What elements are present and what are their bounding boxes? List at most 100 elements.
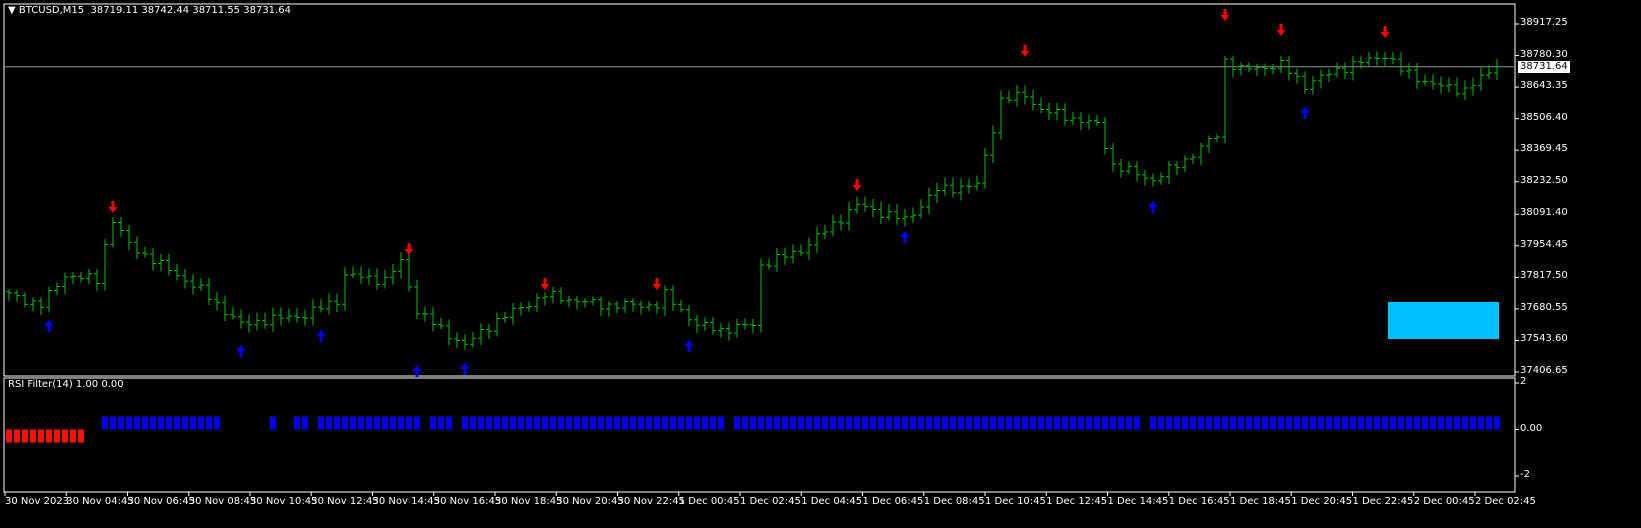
indicator-bar xyxy=(126,416,132,430)
indicator-bar xyxy=(542,416,548,430)
time-axis-label: 30 Nov 22:45 xyxy=(617,496,685,507)
indicator-bar xyxy=(6,429,12,443)
indicator-bar xyxy=(774,416,780,430)
buy-arrow-icon xyxy=(1300,107,1310,120)
indicator-bar xyxy=(414,416,420,430)
indicator-bar xyxy=(534,416,540,430)
indicator-bar xyxy=(678,416,684,430)
indicator-bar xyxy=(174,416,180,430)
time-axis-label: 1 Dec 22:45 xyxy=(1352,496,1414,507)
indicator-bar xyxy=(1470,416,1476,430)
buy-arrow-icon xyxy=(1148,201,1158,214)
indicator-bar xyxy=(158,416,164,430)
indicator-bar xyxy=(46,429,52,443)
indicator-bar xyxy=(550,416,556,430)
indicator-bar xyxy=(374,416,380,430)
time-axis-label: 30 Nov 20:45 xyxy=(556,496,624,507)
indicator-bar xyxy=(1118,416,1124,430)
sell-arrow-icon xyxy=(540,278,550,291)
indicator-bar xyxy=(1494,416,1500,430)
indicator-bar xyxy=(742,416,748,430)
indicator-axis-label: 2 xyxy=(1520,376,1527,387)
buy-arrow-icon xyxy=(316,330,326,343)
indicator-bar xyxy=(902,416,908,430)
indicator-bar xyxy=(38,429,44,443)
indicator-bar xyxy=(1390,416,1396,430)
indicator-bar xyxy=(694,416,700,430)
indicator-bar xyxy=(1230,416,1236,430)
indicator-bar xyxy=(22,429,28,443)
indicator-bar xyxy=(318,416,324,430)
indicator-bar xyxy=(854,416,860,430)
indicator-bar xyxy=(198,416,204,430)
price-axis-label: 38780.30 xyxy=(1520,48,1568,60)
indicator-bar xyxy=(110,416,116,430)
price-axis-label: 37406.65 xyxy=(1520,365,1568,376)
indicator-bar xyxy=(718,416,724,430)
indicator-bar xyxy=(942,416,948,430)
indicator-bar xyxy=(806,416,812,430)
indicator-bar xyxy=(1022,416,1028,430)
sell-arrow-icon xyxy=(1020,44,1030,57)
indicator-bar xyxy=(1326,416,1332,430)
indicator-bar xyxy=(470,416,476,430)
sell-arrow-icon xyxy=(404,243,414,256)
sell-arrow-icon xyxy=(108,200,118,213)
indicator-axis-label: -2 xyxy=(1520,469,1530,480)
time-axis-label: 2 Dec 00:45 xyxy=(1413,496,1475,507)
indicator-bar xyxy=(1342,416,1348,430)
price-chart[interactable] xyxy=(0,0,1641,528)
indicator-bar xyxy=(566,416,572,430)
indicator-bar xyxy=(1166,416,1172,430)
indicator-bar xyxy=(846,416,852,430)
indicator-bar xyxy=(766,416,772,430)
indicator-bar xyxy=(334,416,340,430)
indicator-frame xyxy=(3,377,1516,493)
indicator-bar xyxy=(662,416,668,430)
indicator-bar xyxy=(1478,416,1484,430)
drawn-rectangle xyxy=(1388,301,1499,339)
indicator-bar xyxy=(214,416,220,430)
price-axis-label: 37817.50 xyxy=(1520,270,1568,282)
indicator-bar xyxy=(358,416,364,430)
indicator-bar xyxy=(486,416,492,430)
indicator-bar xyxy=(590,416,596,430)
time-axis-label: 30 Nov 10:45 xyxy=(250,496,318,507)
indicator-bar xyxy=(526,416,532,430)
price-axis-label: 37954.45 xyxy=(1520,238,1568,250)
indicator-bar xyxy=(1270,416,1276,430)
indicator-bar xyxy=(638,416,644,430)
indicator-bar xyxy=(1398,416,1404,430)
time-axis-label: 30 Nov 06:45 xyxy=(127,496,195,507)
indicator-bar xyxy=(966,416,972,430)
indicator-bar xyxy=(1214,416,1220,430)
indicator-bar xyxy=(798,416,804,430)
price-axis-label: 38232.50 xyxy=(1520,174,1568,186)
indicator-bar xyxy=(1310,416,1316,430)
indicator-bar xyxy=(950,416,956,430)
time-axis-label: 30 Nov 16:45 xyxy=(433,496,502,507)
indicator-bar xyxy=(1414,416,1420,430)
indicator-bar xyxy=(750,416,756,430)
price-axis-label: 38506.40 xyxy=(1520,111,1568,123)
indicator-bar xyxy=(518,416,524,430)
time-axis-label: 1 Dec 16:45 xyxy=(1168,496,1230,507)
time-axis-label: 1 Dec 20:45 xyxy=(1291,496,1353,507)
indicator-bar xyxy=(782,416,788,430)
indicator-bar xyxy=(1350,416,1356,430)
indicator-bar xyxy=(438,416,444,430)
indicator-bar xyxy=(166,416,172,430)
indicator-bar xyxy=(1150,416,1156,430)
indicator-bar xyxy=(814,416,820,430)
indicator-bar xyxy=(990,416,996,430)
buy-arrow-icon xyxy=(412,365,422,377)
buy-arrow-icon xyxy=(684,339,694,352)
indicator-bar xyxy=(1182,416,1188,430)
indicator-bar xyxy=(366,416,372,430)
indicator-bar xyxy=(78,429,84,443)
indicator-bar xyxy=(758,416,764,430)
main-plot-frame xyxy=(3,3,1516,377)
indicator-bar xyxy=(1110,416,1116,430)
sell-arrow-icon xyxy=(852,179,862,192)
time-axis-label: 1 Dec 18:45 xyxy=(1230,496,1291,507)
